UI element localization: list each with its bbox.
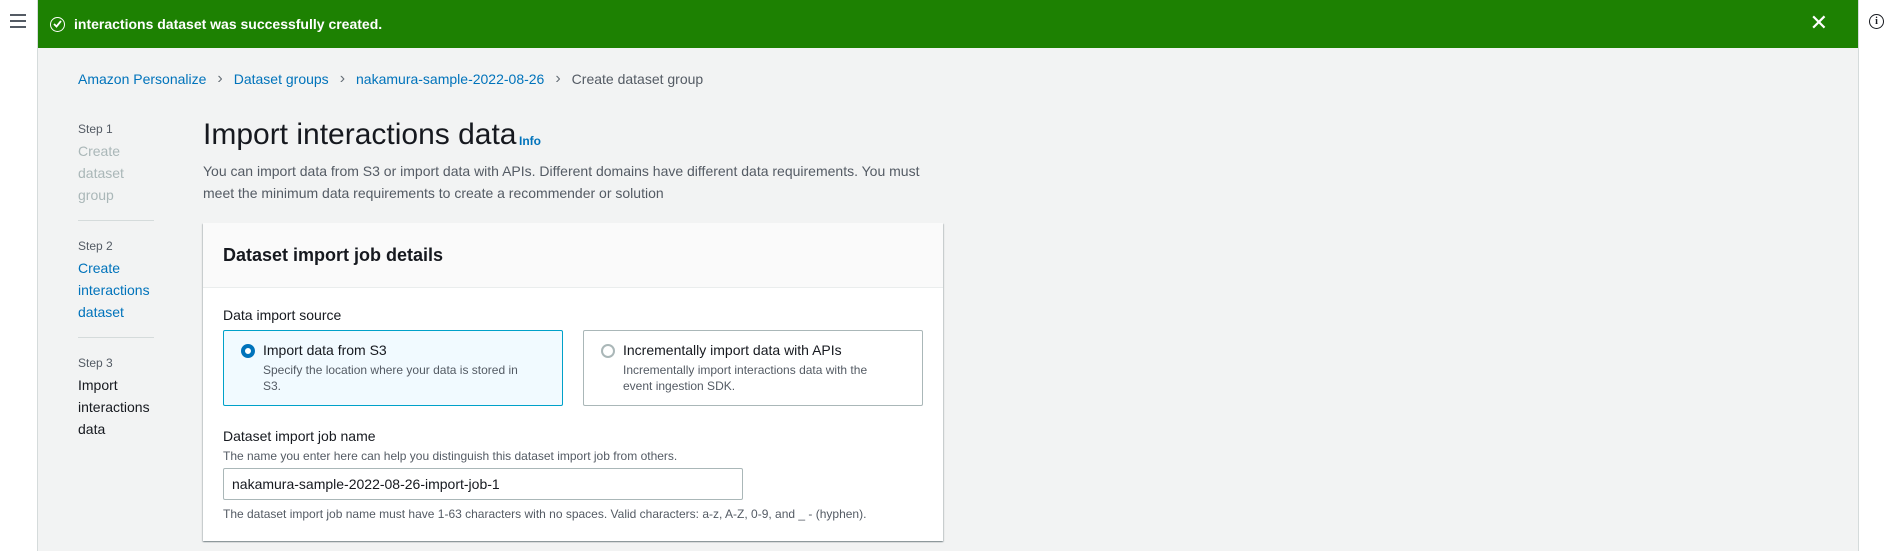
step-name: Create dataset group	[78, 143, 124, 203]
tile-subtitle: Incrementally import interactions data w…	[623, 363, 868, 393]
flash-message: interactions dataset was successfully cr…	[74, 16, 383, 32]
dataset-import-job-panel: Dataset import job details Data import s…	[203, 223, 943, 541]
hamburger-icon[interactable]	[10, 14, 26, 28]
tile-title: Import data from S3	[263, 342, 387, 358]
right-tools-rail: i	[1858, 0, 1892, 551]
radio-button[interactable]	[241, 344, 255, 358]
step-number: Step 3	[78, 356, 113, 370]
info-icon[interactable]: i	[1869, 14, 1884, 29]
close-icon[interactable]: ✕	[1810, 12, 1828, 34]
left-navigation-rail	[0, 0, 38, 551]
breadcrumb-amazon-personalize[interactable]: Amazon Personalize	[78, 71, 206, 87]
page-description: You can import data from S3 or import da…	[203, 163, 920, 201]
import-from-s3-tile[interactable]: Import data from S3 Specify the location…	[223, 330, 563, 406]
step-number: Step 1	[78, 122, 113, 136]
job-name-constraint: The dataset import job name must have 1-…	[223, 507, 867, 521]
step-name[interactable]: Create interactions dataset	[78, 257, 154, 323]
wizard-step-1: Step 1 Create dataset group	[78, 122, 154, 221]
job-name-label: Dataset import job name	[223, 428, 376, 444]
check-circle-icon	[50, 16, 65, 32]
job-name-hint: The name you enter here can help you dis…	[223, 449, 678, 463]
breadcrumb-current: Create dataset group	[571, 71, 704, 87]
tile-subtitle: Specify the location where your data is …	[263, 363, 518, 393]
wizard-steps: Step 1 Create dataset group Step 2 Creat…	[78, 122, 154, 472]
job-name-input[interactable]	[223, 468, 743, 500]
breadcrumb-dataset-groups[interactable]: Dataset groups	[234, 71, 329, 87]
panel-heading: Dataset import job details	[203, 223, 943, 288]
radio-button[interactable]	[601, 344, 615, 358]
step-name: Import interactions data	[78, 377, 150, 437]
info-link[interactable]: Info	[519, 134, 541, 148]
page-title: Import interactions data	[203, 118, 517, 151]
breadcrumb-dataset-group-name[interactable]: nakamura-sample-2022-08-26	[356, 71, 544, 87]
chevron-right-icon: ›	[555, 70, 561, 87]
data-import-source-label: Data import source	[223, 307, 342, 323]
chevron-right-icon: ›	[217, 70, 223, 87]
step-number: Step 2	[78, 239, 113, 253]
wizard-step-2[interactable]: Step 2 Create interactions dataset	[78, 239, 154, 338]
import-with-apis-tile[interactable]: Incrementally import data with APIs Incr…	[583, 330, 923, 406]
breadcrumb: Amazon Personalize › Dataset groups › na…	[78, 70, 703, 88]
chevron-right-icon: ›	[339, 70, 346, 87]
wizard-step-3: Step 3 Import interactions data	[78, 356, 154, 454]
tile-title: Incrementally import data with APIs	[623, 342, 842, 358]
success-flash-banner: interactions dataset was successfully cr…	[38, 0, 1858, 48]
